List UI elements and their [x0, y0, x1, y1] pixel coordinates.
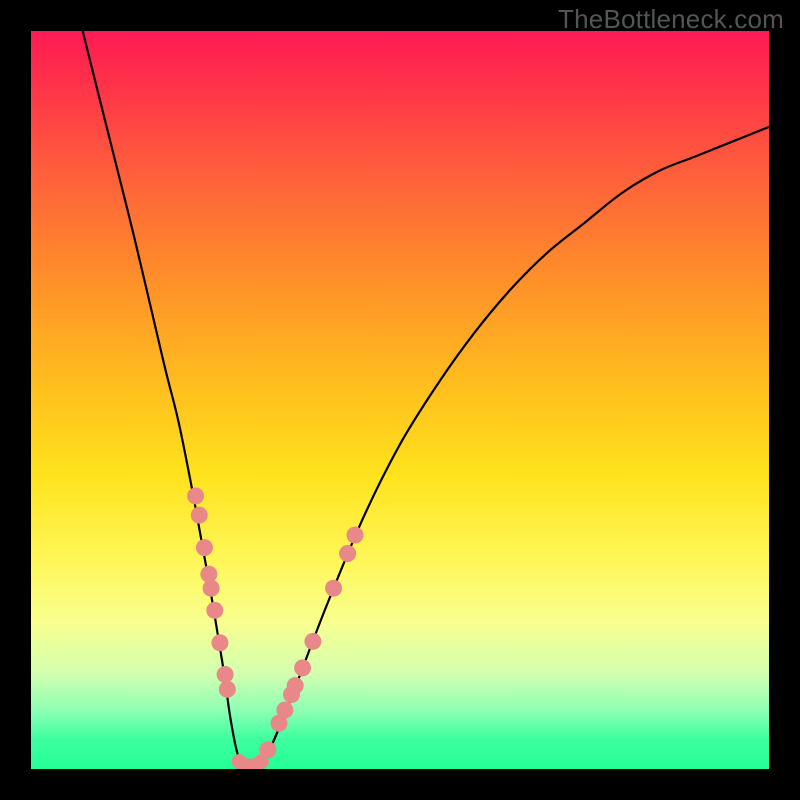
data-point [191, 507, 208, 524]
data-point [325, 580, 342, 597]
data-point [203, 580, 220, 597]
data-point [339, 545, 356, 562]
data-point [206, 602, 223, 619]
data-point [294, 659, 311, 676]
main-curve [83, 31, 769, 769]
trough-dots [232, 754, 269, 769]
main-curve-path [83, 31, 769, 769]
chart-plot-area [31, 31, 769, 769]
data-point [211, 634, 228, 651]
data-point [276, 701, 293, 718]
chart-frame: TheBottleneck.com [0, 0, 800, 800]
data-point [187, 487, 204, 504]
data-point [219, 681, 236, 698]
data-point [346, 527, 363, 544]
data-point [196, 539, 213, 556]
chart-svg [31, 31, 769, 769]
data-point [254, 754, 269, 769]
data-point [304, 633, 321, 650]
data-point [287, 677, 304, 694]
right-arm-dots [259, 527, 363, 759]
data-point [217, 666, 234, 683]
left-arm-dots [187, 487, 236, 697]
